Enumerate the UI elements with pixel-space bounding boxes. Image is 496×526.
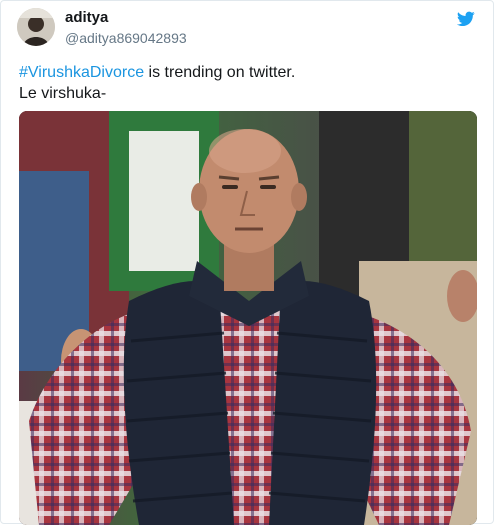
tweet-card: aditya @aditya869042893 #VirushkaDivorce… bbox=[0, 0, 494, 525]
user-info[interactable]: aditya @aditya869042893 bbox=[65, 9, 187, 47]
hashtag-link[interactable]: #VirushkaDivorce bbox=[19, 64, 144, 81]
tweet-line-1: #VirushkaDivorce is trending on twitter. bbox=[19, 62, 475, 83]
tweet-media-image[interactable] bbox=[19, 111, 477, 525]
tweet-line-2: Le virshuka- bbox=[19, 85, 107, 102]
tweet-line-1-text: is trending on twitter. bbox=[144, 64, 296, 81]
user-handle[interactable]: @aditya869042893 bbox=[65, 29, 187, 47]
user-avatar[interactable] bbox=[17, 8, 55, 46]
twitter-bird-icon[interactable] bbox=[457, 11, 475, 27]
tweet-text: #VirushkaDivorce is trending on twitter.… bbox=[19, 62, 475, 104]
avatar-image bbox=[17, 8, 55, 46]
display-name[interactable]: aditya bbox=[65, 9, 187, 27]
photo-disappointed-fan bbox=[19, 111, 477, 525]
